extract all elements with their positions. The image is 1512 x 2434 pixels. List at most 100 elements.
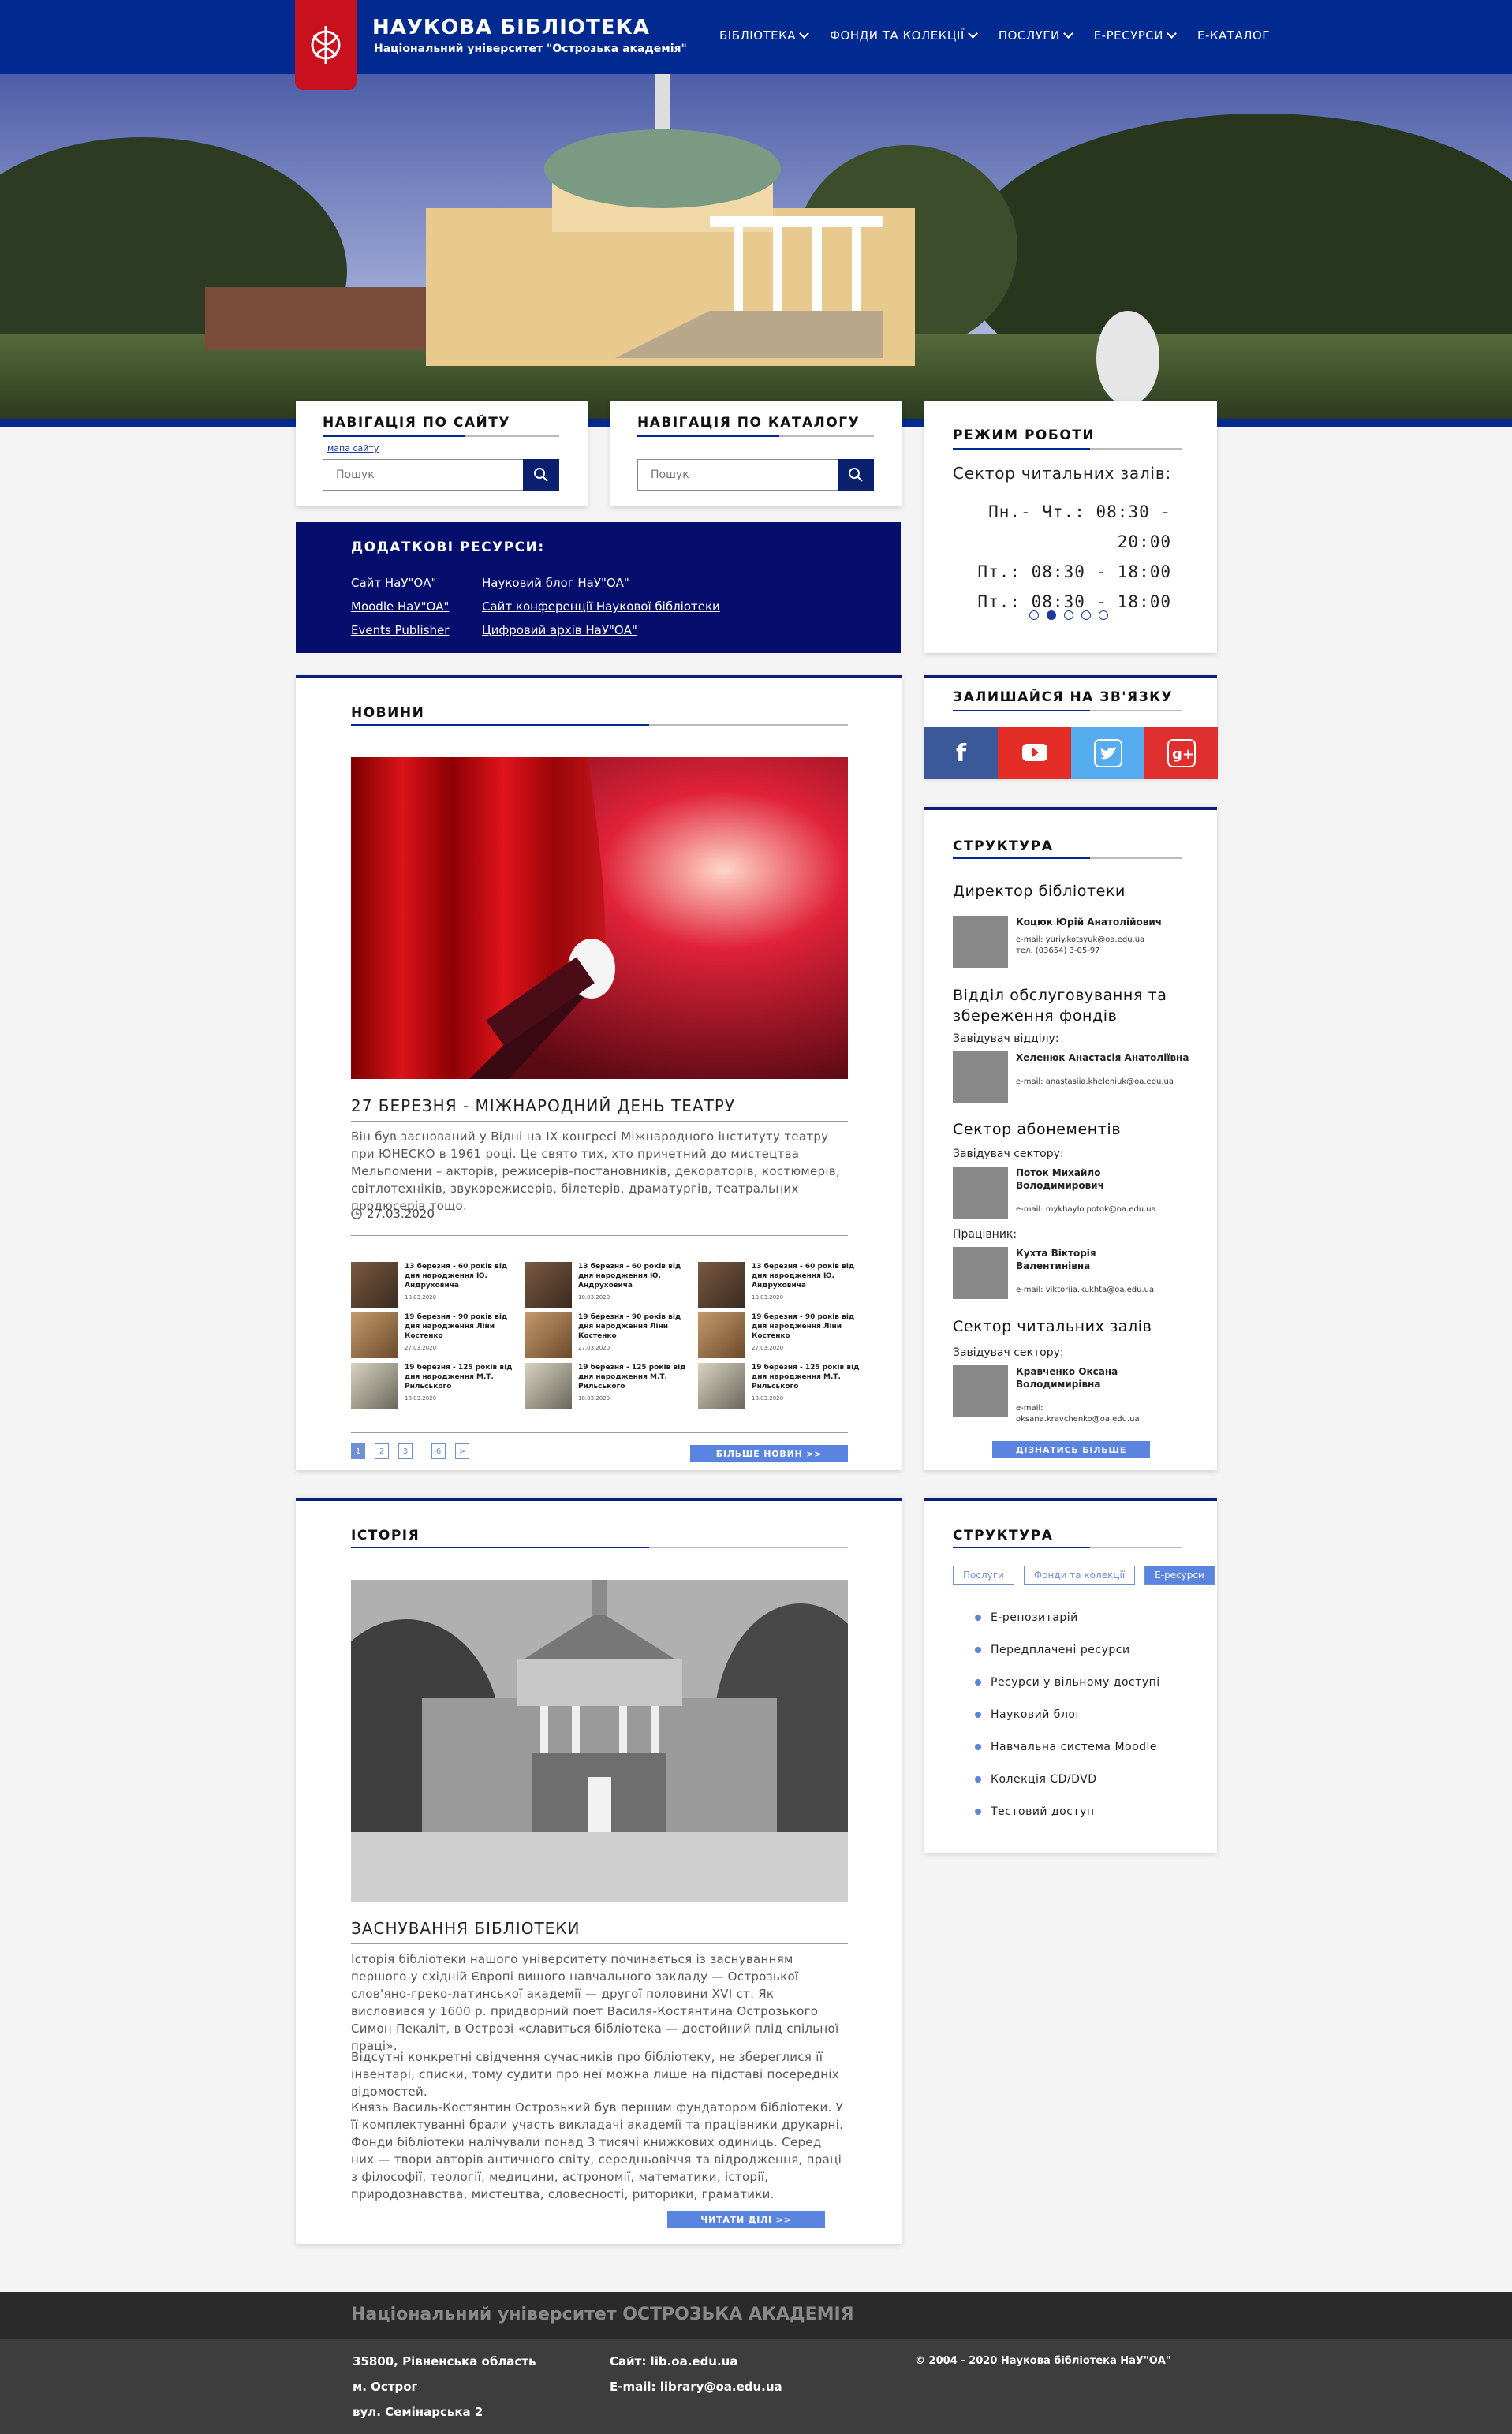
history-paragraph-2: Відсутні конкретні свідчення сучасників … (351, 2050, 839, 2099)
catalog-search-input[interactable] (637, 459, 838, 491)
catalog-nav-underline (637, 435, 874, 437)
site-title[interactable]: НАУКОВА БІБЛІОТЕКА (372, 16, 650, 39)
news-mini-date: 10.03.2020 (405, 1294, 437, 1301)
nav-library[interactable]: БІБЛІОТЕКА (719, 28, 809, 43)
news-date-text: 27.03.2020 (367, 1207, 435, 1221)
news-headline[interactable]: 27 БЕРЕЗНЯ - МІЖНАРОДНИЙ ДЕНЬ ТЕАТРУ (351, 1096, 735, 1115)
svg-text:g+: g+ (1172, 746, 1194, 763)
eresource-item[interactable]: Колекція CD/DVD (975, 1773, 1160, 1786)
read-head-email[interactable]: e-mail: oksana.kravchenko@oa.edu.ua (1016, 1403, 1166, 1425)
dept-head-email[interactable]: e-mail: anastasiia.khelenіuk@oa.edu.ua (1016, 1077, 1189, 1088)
clock-icon (351, 1208, 362, 1219)
eresource-item[interactable]: Передплачені ресурси (975, 1644, 1160, 1656)
hours-row: Пн.- Чт.: 08:30 - 20:00 (988, 502, 1171, 551)
abon-head-name: Поток Михайло Володимирович (1016, 1167, 1104, 1191)
page-button[interactable]: 3 (398, 1443, 413, 1459)
slider-dot[interactable] (1029, 610, 1039, 620)
nav-eresources[interactable]: Е-РЕСУРСИ (1093, 28, 1177, 43)
director-card: Коцюк Юрій Анатолійович e-mail: yuriy.ko… (953, 916, 1162, 968)
slider-dot[interactable] (1064, 610, 1073, 620)
site-navigation-box: НАВІГАЦІЯ ПО САЙТУ мапа сайту (296, 401, 588, 506)
nav-services[interactable]: ПОСЛУГИ (998, 28, 1073, 43)
director-email[interactable]: e-mail: yuriy.kotsyuk@oa.edu.ua (1016, 935, 1162, 946)
headline-divider (351, 1121, 848, 1122)
resource-link[interactable]: Сайт НаУ"ОА" (351, 576, 436, 590)
news-mini-item[interactable]: 19 березня - 125 років від дня народженн… (525, 1363, 687, 1409)
news-mini-thumb (351, 1363, 398, 1409)
eresource-item[interactable]: Науковий блог (975, 1708, 1160, 1721)
tab-collections[interactable]: Фонди та колекції (1023, 1566, 1136, 1585)
catalog-search-button[interactable] (838, 459, 874, 491)
catalog-navigation-box: НАВІГАЦІЯ ПО КАТАЛОГУ (610, 401, 902, 506)
news-mini-item[interactable]: 19 березня - 90 років від дня народження… (351, 1312, 513, 1358)
nav-collections[interactable]: ФОНДИ ТА КОЛЕКЦІЇ (830, 28, 978, 43)
learn-more-button[interactable]: ДІЗНАТИСЬ БІЛЬШЕ (992, 1441, 1150, 1458)
news-mini-item[interactable]: 19 березня - 90 років від дня народження… (525, 1312, 687, 1358)
site-nav-title: НАВІГАЦІЯ ПО САЙТУ (323, 415, 510, 431)
tab-eresources[interactable]: Е-ресурси (1144, 1566, 1215, 1585)
footer-site-link[interactable]: Сайт: lib.oa.edu.ua (610, 2349, 782, 2374)
resource-link[interactable]: Сайт конференції Наукової бібліотеки (482, 599, 720, 614)
resource-link[interactable]: Moodle НаУ"ОА" (351, 599, 449, 614)
next-page-button[interactable]: > (455, 1443, 469, 1459)
slider-dot-active[interactable] (1047, 610, 1056, 620)
sitemap-link[interactable]: мапа сайту (327, 443, 379, 454)
news-mini-thumb (525, 1312, 572, 1358)
eresource-item[interactable]: Е-репозитарій (975, 1611, 1160, 1624)
news-mini-item[interactable]: 13 березня - 60 років від дня народження… (525, 1262, 687, 1308)
footer-copyright: © 2004 - 2020 Наукова бібліотека НаУ"ОА" (915, 2355, 1171, 2367)
resources-title: ДОДАТКОВІ РЕСУРСИ: (351, 539, 545, 555)
news-mini-thumb (525, 1363, 572, 1409)
news-mini-date: 18.03.2020 (578, 1395, 610, 1402)
news-pagination: 1 2 3 6 > (351, 1443, 469, 1459)
hours-title: РЕЖИМ РОБОТИ (953, 427, 1096, 443)
tab-services[interactable]: Послуги (953, 1566, 1014, 1585)
read-more-button[interactable]: ЧИТАТИ ДІЛІ >> (667, 2211, 825, 2228)
slider-dot[interactable] (1099, 610, 1108, 620)
additional-resources: ДОДАТКОВІ РЕСУРСИ: Сайт НаУ"ОА" Moodle Н… (296, 522, 901, 653)
youtube-button[interactable] (998, 727, 1071, 779)
youtube-icon (1021, 744, 1047, 761)
news-mini-item[interactable]: 13 березня - 60 років від дня народження… (351, 1262, 513, 1308)
page-button[interactable]: 6 (431, 1443, 446, 1459)
news-section: НОВИНИ 27 БЕРЕЗНЯ - МІЖНАРОДНИЙ ДЕНЬ ТЕА… (296, 675, 902, 1470)
resource-link[interactable]: Цифровий архів НаУ"ОА" (482, 623, 637, 637)
nav-eresources-label: Е-РЕСУРСИ (1093, 28, 1163, 43)
twitter-button[interactable] (1071, 727, 1144, 779)
page-button[interactable]: 1 (351, 1443, 365, 1459)
eresources-box: СТРУКТУРА Послуги Фонди та колекції Е-ре… (924, 1498, 1217, 1853)
abon-role2: Працівник: (953, 1228, 1017, 1241)
page-button[interactable]: 2 (375, 1443, 389, 1459)
site-search-input[interactable] (323, 459, 523, 491)
social-title: ЗАЛИШАЙСЯ НА ЗВ'ЯЗКУ (953, 689, 1174, 705)
news-mini-item[interactable]: 19 березня - 90 років від дня народження… (698, 1312, 861, 1358)
news-mini-item[interactable]: 19 березня - 125 років від дня народженн… (698, 1363, 861, 1409)
resource-link[interactable]: Events Publisher (351, 623, 449, 637)
eresource-item[interactable]: Ресурси у вільному доступі (975, 1676, 1160, 1689)
news-mini-date: 27.03.2020 (752, 1345, 784, 1351)
slider-dot[interactable] (1081, 610, 1091, 620)
university-logo[interactable] (295, 0, 357, 90)
more-news-button[interactable]: БІЛЬШЕ НОВИН >> (690, 1445, 848, 1462)
site-search-button[interactable] (523, 459, 559, 491)
news-mini-item[interactable]: 13 березня - 60 років від дня народження… (698, 1262, 861, 1308)
news-date: 27.03.2020 (351, 1207, 435, 1221)
eresource-item[interactable]: Навчальна система Moodle (975, 1741, 1160, 1753)
avatar (953, 1247, 1008, 1299)
resource-link[interactable]: Науковий блог НаУ"ОА" (482, 576, 629, 590)
footer-address: 35800, Рівненська область м. Острог вул.… (353, 2349, 536, 2425)
nav-ecatalog[interactable]: Е-КАТАЛОГ (1197, 28, 1270, 43)
googleplus-button[interactable]: g+ (1144, 727, 1218, 779)
news-mini-item[interactable]: 19 березня - 125 років від дня народженн… (351, 1363, 513, 1409)
nav-services-label: ПОСЛУГИ (998, 28, 1060, 43)
news-image[interactable] (351, 757, 848, 1079)
abon-head-email[interactable]: e-mail: mykhaylo.potok@oa.edu.ua (1016, 1204, 1166, 1215)
abon-worker-email[interactable]: e-mail: viktoriia.kukhta@oa.edu.ua (1016, 1285, 1166, 1296)
abon-worker-card: Кухта Вікторія Валентинівна e-mail: vikt… (953, 1247, 1166, 1299)
news-mini-date: 27.03.2020 (405, 1345, 437, 1351)
facebook-button[interactable]: f (924, 727, 998, 779)
nav-library-label: БІБЛІОТЕКА (719, 28, 797, 43)
footer-email-link[interactable]: E-mail: library@oa.edu.ua (610, 2374, 782, 2399)
eresource-item[interactable]: Тестовий доступ (975, 1805, 1160, 1818)
hours-sector: Сектор читальних залів: (953, 464, 1172, 483)
